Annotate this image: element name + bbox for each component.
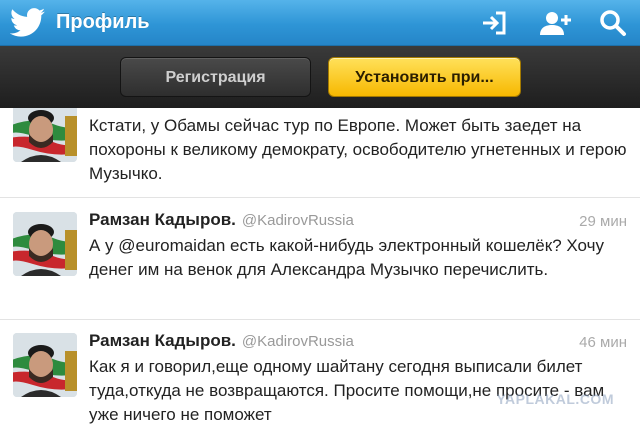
avatar[interactable] xyxy=(13,333,77,397)
tweet-text: Кстати, у Обамы сейчас тур по Европе. Мо… xyxy=(89,116,627,183)
twitter-bird-icon[interactable] xyxy=(9,8,46,38)
search-icon[interactable] xyxy=(598,9,628,37)
tweet-text: А у @euromaidan есть какой-нибудь электр… xyxy=(89,236,604,279)
top-navigation-bar: Профиль xyxy=(0,0,640,46)
install-app-button[interactable]: Установить при... xyxy=(328,57,521,97)
watermark: YAPLAKAL.COM xyxy=(496,391,614,407)
tweet-feed[interactable]: Кстати, у Обамы сейчас тур по Европе. Мо… xyxy=(0,108,640,427)
register-button[interactable]: Регистрация xyxy=(120,57,311,97)
action-bar: Регистрация Установить при... xyxy=(0,46,640,108)
sign-in-icon[interactable] xyxy=(479,9,509,37)
add-user-icon[interactable] xyxy=(538,9,574,37)
author-handle: @KadirovRussia xyxy=(241,333,354,350)
tweet-item[interactable]: Рамзан Кадыров. @KadirovRussia 46 мин Как… xyxy=(0,320,640,427)
page-title: Профиль xyxy=(56,11,150,33)
tweet-time: 46 мин xyxy=(579,334,627,351)
tweet-time: 29 мин xyxy=(579,213,627,230)
tweet-item[interactable]: Кстати, у Обамы сейчас тур по Европе. Мо… xyxy=(0,108,640,198)
avatar[interactable] xyxy=(13,108,77,162)
author-handle: @KadirovRussia xyxy=(241,212,354,229)
tweet-author[interactable]: Рамзан Кадыров. @KadirovRussia xyxy=(89,331,354,351)
author-name: Рамзан Кадыров. xyxy=(89,331,236,350)
tweet-item[interactable]: Рамзан Кадыров. @KadirovRussia 29 мин А у… xyxy=(0,198,640,319)
tweet-author[interactable]: Рамзан Кадыров. @KadirovRussia xyxy=(89,210,354,230)
author-name: Рамзан Кадыров. xyxy=(89,210,236,229)
avatar[interactable] xyxy=(13,212,77,276)
